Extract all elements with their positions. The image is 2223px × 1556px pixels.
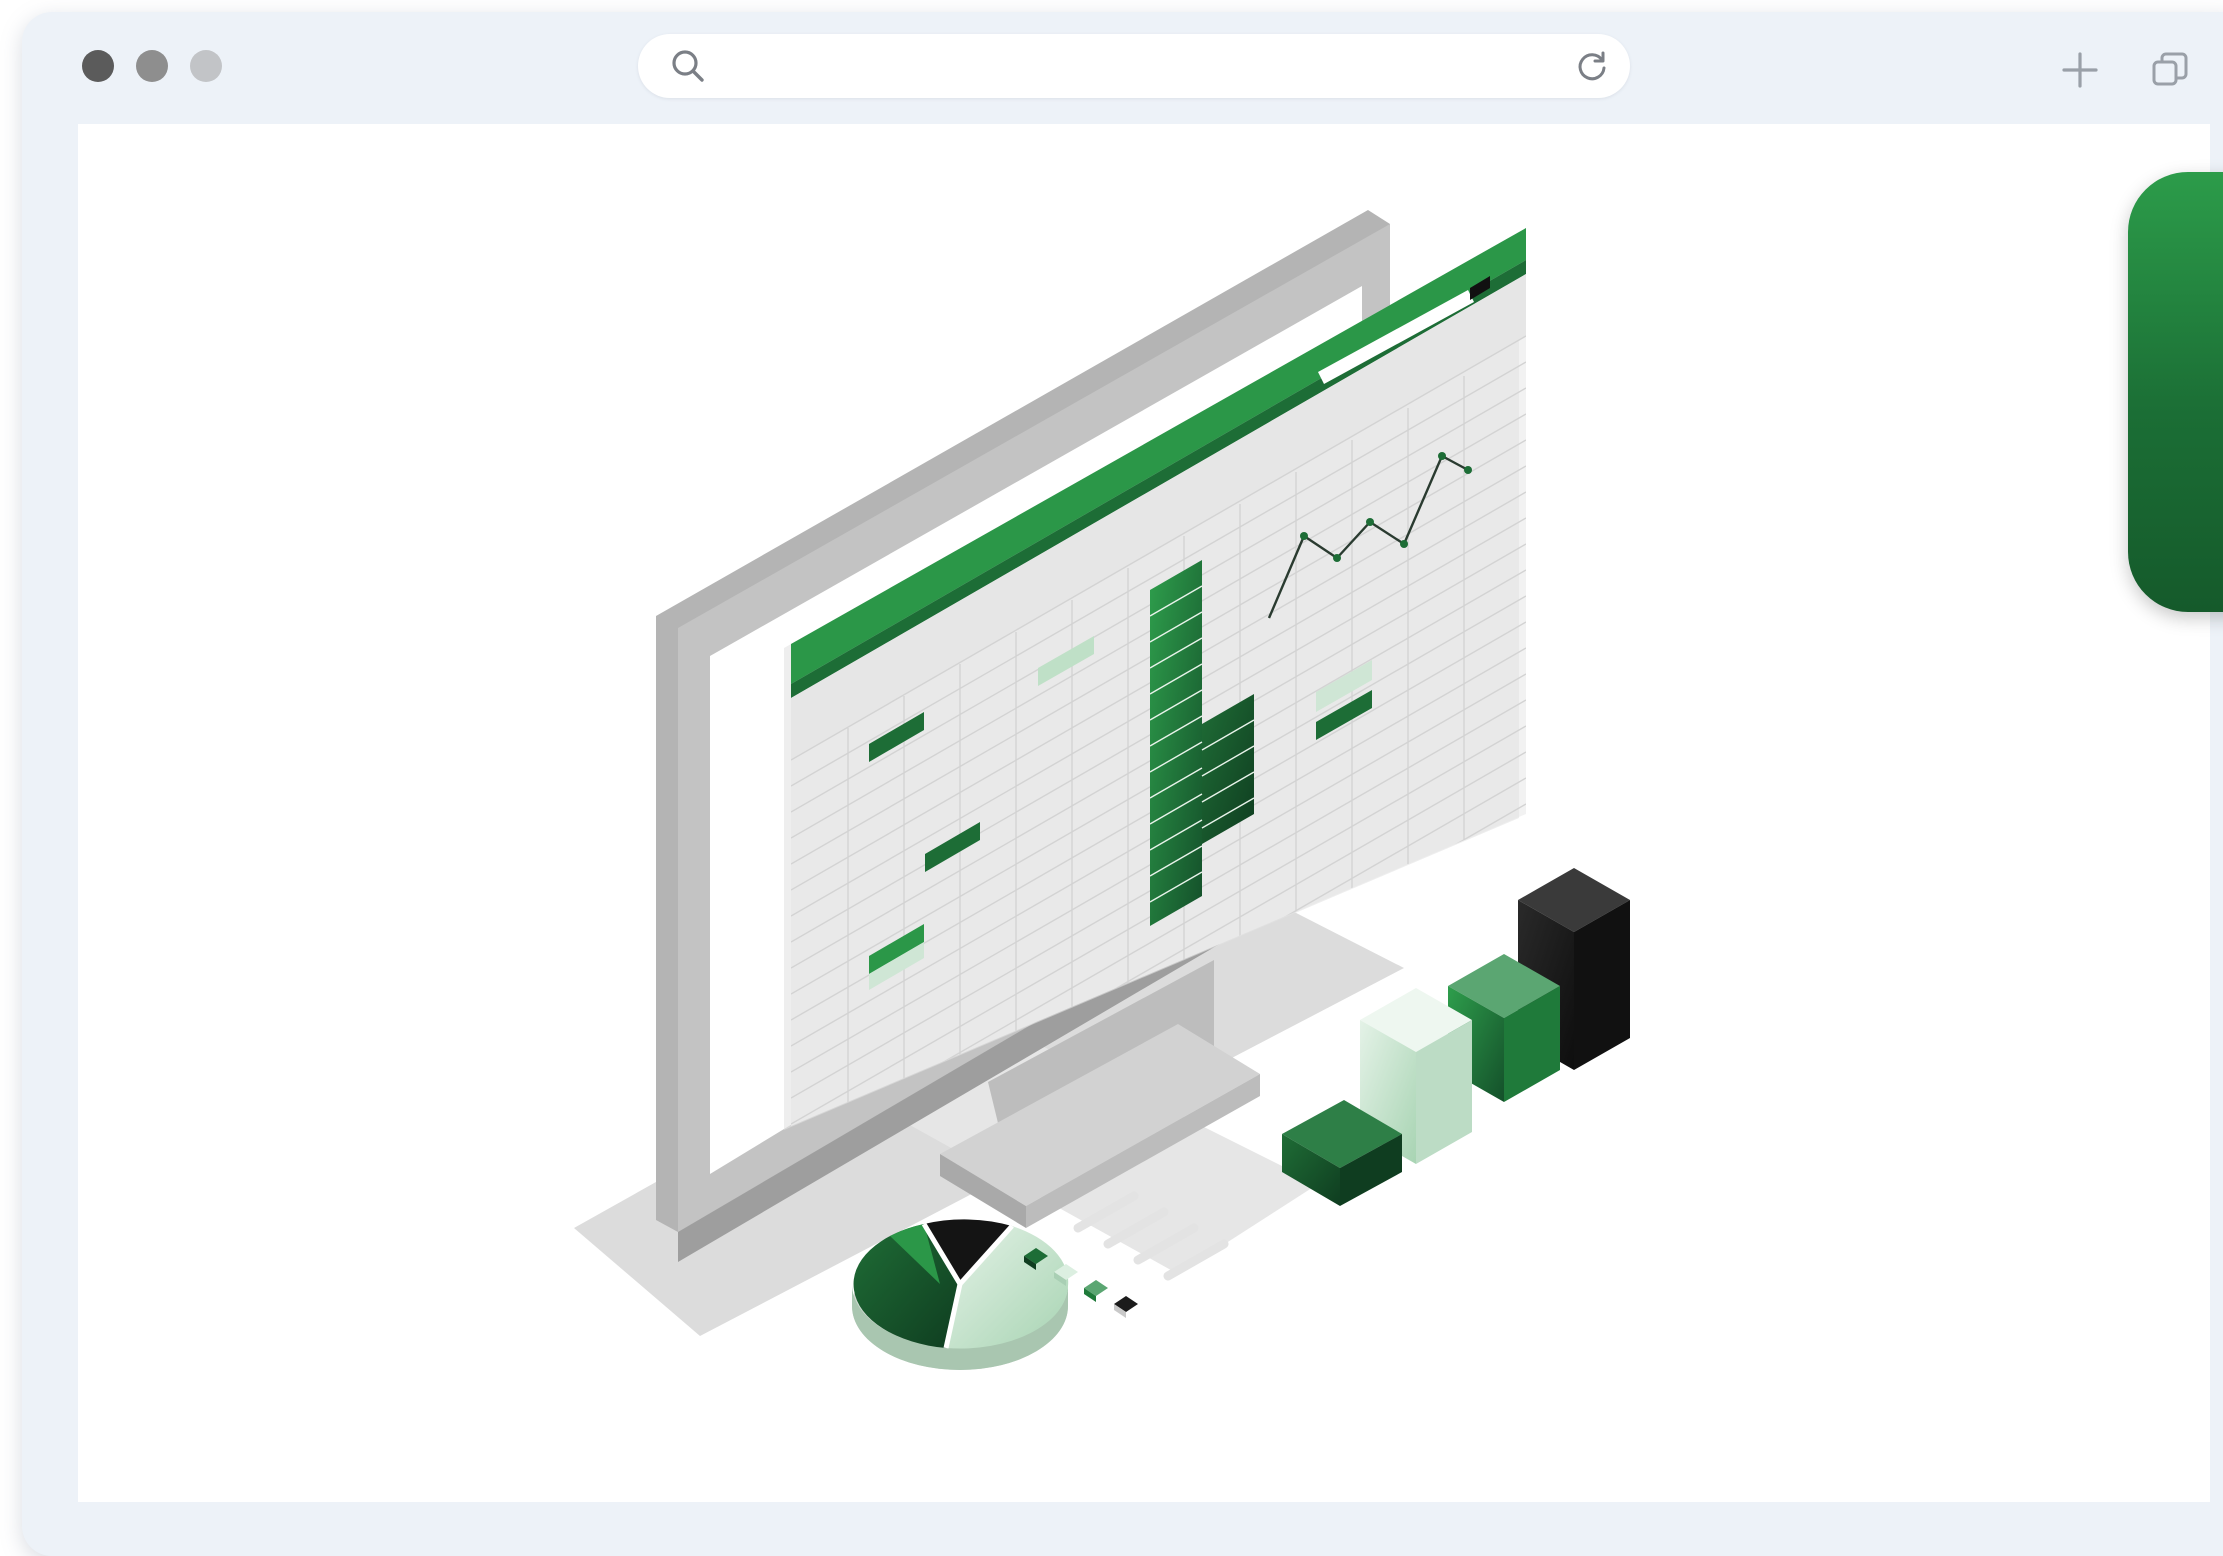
minimize-window-button[interactable]: [136, 50, 168, 82]
window-controls: [82, 50, 222, 82]
pie-chart-3d: [852, 1219, 1069, 1370]
maximize-window-button[interactable]: [190, 50, 222, 82]
address-bar[interactable]: [638, 34, 1630, 98]
plus-icon[interactable]: [2052, 42, 2108, 98]
side-tab-handle[interactable]: [2128, 172, 2223, 612]
search-icon: [668, 46, 708, 86]
web-content-area: [78, 124, 2210, 1502]
reload-icon[interactable]: [1572, 46, 1612, 86]
url-input[interactable]: [728, 46, 1492, 88]
tabs-icon[interactable]: [2142, 42, 2198, 98]
close-window-button[interactable]: [82, 50, 114, 82]
bar-chart-3d: [1282, 868, 1630, 1206]
spreadsheet-dashboard-illustration: [574, 210, 1630, 1370]
browser-window: [22, 12, 2223, 1556]
